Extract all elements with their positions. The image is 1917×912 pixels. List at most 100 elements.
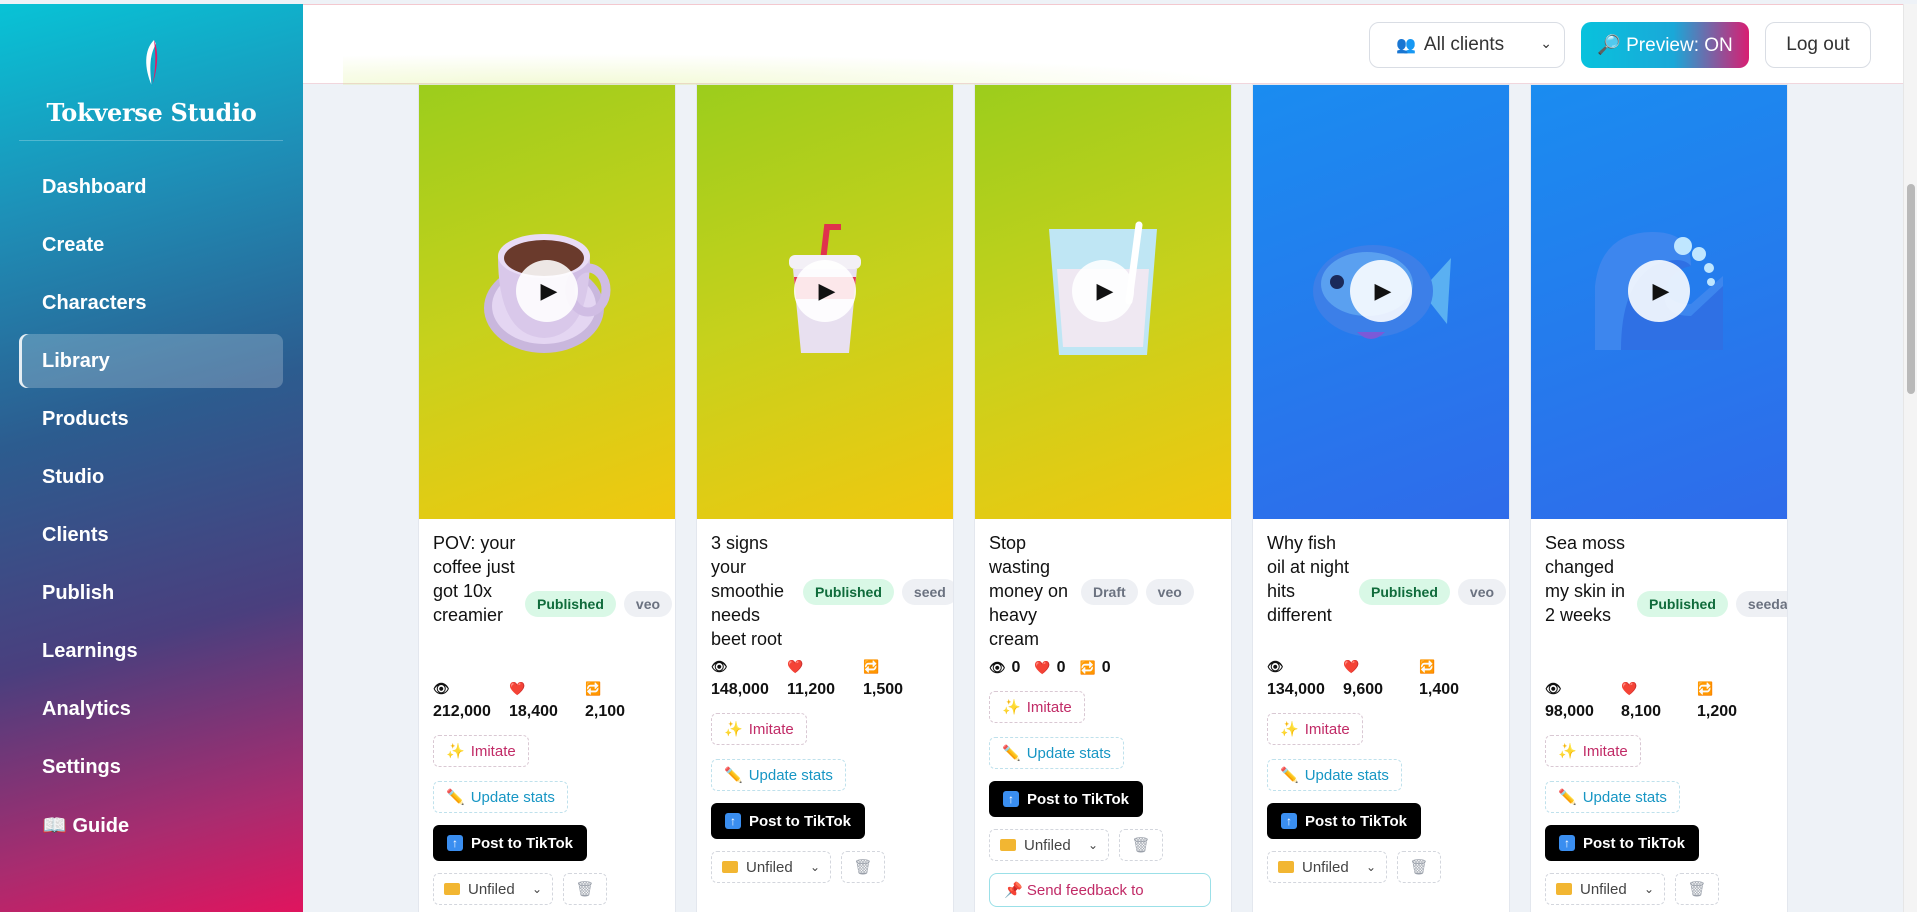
sidebar-item-create[interactable]: Create [19,218,283,272]
play-icon: ▶ [1374,278,1392,304]
likes-count: 9,600 [1343,681,1384,698]
play-icon: ▶ [540,278,558,304]
logout-button[interactable]: Log out [1765,22,1871,68]
play-button[interactable]: ▶ [1072,260,1134,322]
update-stats-label: Update stats [1304,766,1389,784]
pencil-icon: ✏️ [1002,745,1021,762]
delete-button[interactable]: 🗑 [1119,829,1163,861]
sidebar-item-library[interactable]: Library [19,334,283,388]
sidebar-item-products[interactable]: Products [19,392,283,446]
stats-row: 👁 98,000 ❤️ 8,100 🔁 1,200 [1545,681,1773,721]
post-to-tiktok-button[interactable]: ↑ Post to TikTok [433,825,587,861]
page-scrollbar[interactable] [1903,4,1917,912]
post-to-tiktok-button[interactable]: ↑ Post to TikTok [989,781,1143,817]
post-to-tiktok-button[interactable]: ↑ Post to TikTok [1267,803,1421,839]
imitate-button[interactable]: ✨ Imitate [989,691,1085,723]
sidebar-item-settings[interactable]: Settings [19,740,283,794]
update-stats-button[interactable]: ✏️ Update stats [711,759,846,791]
folder-select[interactable]: Unfiled ⌄ [711,851,831,883]
sidebar-item-analytics[interactable]: Analytics [19,682,283,736]
folder-label: Unfiled [1580,880,1627,898]
upload-icon: ↑ [1003,791,1019,807]
eye-icon: 👁 [989,660,1006,675]
play-button[interactable]: ▶ [1350,260,1412,322]
video-thumbnail: ▶ [975,85,1231,519]
folder-select[interactable]: Unfiled ⌄ [433,873,553,905]
update-stats-label: Update stats [470,788,555,806]
delete-button[interactable]: 🗑 [1397,851,1441,883]
play-button[interactable]: ▶ [794,260,856,322]
pin-icon: 📌 [1004,882,1023,899]
sparkles-icon: ✨ [1002,699,1021,716]
sidebar-nav: Dashboard Create Characters Library Prod… [19,160,283,856]
client-filter-select[interactable]: 👥 All clients ⌄ [1369,22,1565,68]
update-stats-button[interactable]: ✏️ Update stats [1545,781,1680,813]
imitate-button[interactable]: ✨ Imitate [1267,713,1363,745]
model-badge: veo [1457,579,1507,605]
update-stats-button[interactable]: ✏️ Update stats [433,781,568,813]
views-count: 134,000 [1267,681,1325,698]
folder-select[interactable]: Unfiled ⌄ [1545,873,1665,905]
folder-icon [1000,839,1016,851]
sidebar-divider [19,140,283,141]
video-thumbnail: ▶ [1253,85,1509,519]
play-button[interactable]: ▶ [1628,260,1690,322]
post-to-tiktok-button[interactable]: ↑ Post to TikTok [1545,825,1699,861]
preview-toggle-button[interactable]: 🔎 Preview: ON [1581,22,1749,68]
client-filter-label: All clients [1423,34,1505,55]
upload-icon: ↑ [447,835,463,851]
sparkles-icon: ✨ [1558,743,1577,760]
imitate-button[interactable]: ✨ Imitate [1545,735,1641,767]
pencil-icon: ✏️ [446,789,465,806]
topbar: 👥 All clients ⌄ 🔎 Preview: ON Log out [303,4,1903,85]
heart-icon: ❤️ [509,681,526,696]
users-icon: 👥 [1396,37,1416,54]
sidebar-item-clients[interactable]: Clients [19,508,283,562]
imitate-button[interactable]: ✨ Imitate [711,713,807,745]
send-feedback-button[interactable]: 📌 Send feedback to [989,873,1211,907]
imitate-button[interactable]: ✨ Imitate [433,735,529,767]
folder-icon [722,861,738,873]
views-count: 148,000 [711,681,769,698]
model-badge: seed [901,579,953,605]
stats-row: 👁 134,000 ❤️ 9,600 🔁 1,400 [1267,659,1495,699]
sidebar-item-studio[interactable]: Studio [19,450,283,504]
trash-icon: 🗑 [575,880,595,898]
sidebar-item-learnings[interactable]: Learnings [19,624,283,678]
video-thumbnail: ▶ [697,85,953,519]
play-icon: ▶ [1096,278,1114,304]
folder-select[interactable]: Unfiled ⌄ [989,829,1109,861]
sidebar-item-guide[interactable]: 📖 Guide [19,798,283,852]
imitate-label: Imitate [1304,720,1350,738]
chevron-down-icon: ⌄ [1540,35,1552,51]
upload-icon: ↑ [725,813,741,829]
scrollbar-thumb[interactable] [1907,184,1915,394]
sidebar-item-characters[interactable]: Characters [19,276,283,330]
eye-icon: 👁 [1545,681,1562,696]
delete-button[interactable]: 🗑 [841,851,885,883]
folder-icon [444,883,460,895]
model-badge: seeda [1735,591,1787,617]
play-button[interactable]: ▶ [516,260,578,322]
sidebar-item-dashboard[interactable]: Dashboard [19,160,283,214]
folder-select[interactable]: Unfiled ⌄ [1267,851,1387,883]
views-count: 98,000 [1545,703,1594,720]
status-badge: Published [803,579,894,605]
sparkles-icon: ✨ [1280,721,1299,738]
eye-icon: 👁 [711,659,728,674]
update-stats-button[interactable]: ✏️ Update stats [989,737,1124,769]
delete-button[interactable]: 🗑 [1675,873,1719,905]
sidebar-item-publish[interactable]: Publish [19,566,283,620]
eye-icon: 👁 [433,681,450,696]
likes-count: 11,200 [787,681,836,698]
status-badge: Published [1359,579,1450,605]
folder-label: Unfiled [468,880,515,898]
update-stats-button[interactable]: ✏️ Update stats [1267,759,1402,791]
folder-icon [1556,883,1572,895]
shares-count: 1,500 [863,681,904,698]
post-to-tiktok-button[interactable]: ↑ Post to TikTok [711,803,865,839]
update-stats-label: Update stats [748,766,833,784]
delete-button[interactable]: 🗑 [563,873,607,905]
video-title: 3 signs your smoothie needs beet root [711,533,785,649]
likes-count: 8,100 [1621,703,1662,720]
